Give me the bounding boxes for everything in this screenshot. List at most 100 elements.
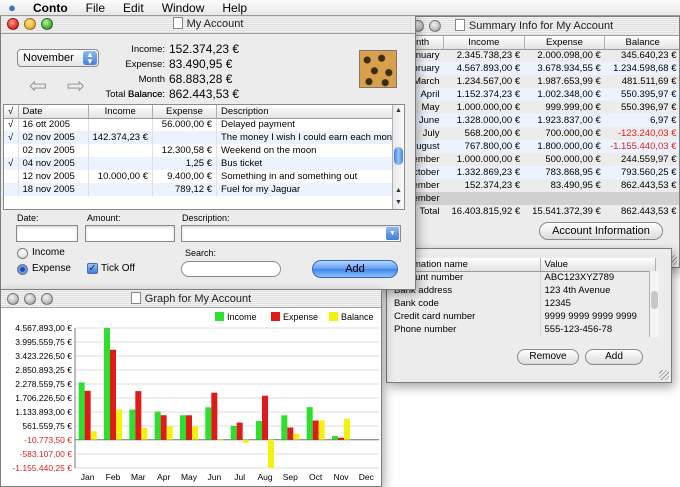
table-row[interactable]: √ 16 ott 2005 56.000,00 € Delayed payment [4,118,404,131]
transactions-scrollbar[interactable]: ▲ ▲ ▼ [392,105,404,209]
total-balance-label: Total Balance: [105,89,165,100]
income-option-label[interactable]: Income [32,247,65,258]
description-combo[interactable]: ▼ [181,225,401,242]
date-cell: 16 ott 2005 [18,118,89,131]
table-row[interactable]: August 767.800,00 €1.800.000,00 € -1.155.4… [389,140,679,153]
column-header[interactable]: Expense [152,105,217,119]
scroll-down-icon[interactable]: ▼ [393,199,404,206]
column-header[interactable]: √ [4,105,19,119]
graph-titlebar[interactable]: Graph for My Account [1,290,381,308]
date-cell: 12 nov 2005 [18,170,89,183]
bar-expense [236,422,243,440]
bar-balance [242,439,249,443]
transactions-table[interactable]: √ Date Income Expense Description √ 16 ot… [4,105,404,196]
table-row[interactable]: Account number ABC123XYZ789 [390,271,656,284]
table-row[interactable]: Credit card number 9999 9999 9999 9999 [390,310,656,323]
close-icon[interactable] [7,18,19,30]
table-row[interactable]: July 568.200,00 €700.000,00 € -123.240,03 … [389,127,679,140]
info-scrollbar[interactable] [649,271,659,337]
table-row[interactable]: Total 16.403.815,92 €15.541.372,39 €862.4… [389,205,679,218]
account-info-table[interactable]: Information name Value Account number ABC… [390,258,656,336]
expense-option-label[interactable]: Expense [32,263,71,274]
summary-table[interactable]: Month Income Expense Balance January2.34… [389,36,679,218]
table-row[interactable]: October 1.332.869,23 €783.868,95 €793.560… [389,166,679,179]
income-radio[interactable] [17,248,28,259]
next-arrow-icon[interactable]: ⇨ [63,75,89,97]
check-cell[interactable] [4,183,19,196]
zoom-icon[interactable] [41,18,53,30]
check-cell[interactable] [4,170,19,183]
month-select[interactable]: November ▲ ▼ [17,49,99,67]
expense-radio[interactable] [17,264,28,275]
account-info-window: Information name Value Account number ABC… [386,248,672,383]
zoom-icon[interactable] [41,293,53,305]
menu-window[interactable]: Window [153,1,214,15]
table-row[interactable]: √ 02 nov 2005 142.374,23 € The money I wish… [4,131,404,144]
account-avatar[interactable] [359,50,397,88]
table-row[interactable]: December [389,192,679,205]
check-cell[interactable]: √ [4,118,19,131]
amount-field[interactable] [85,225,175,242]
tick-off-checkbox[interactable]: ✓ [87,263,98,274]
check-cell[interactable] [4,144,19,157]
table-row[interactable]: Bank address 123 4th Avenue [390,284,656,297]
previous-arrow-icon[interactable]: ⇦ [25,75,51,97]
close-icon[interactable] [7,293,19,305]
column-header[interactable]: Income [443,36,525,50]
table-row[interactable]: March 1.234.567,00 €1.987.653,99 €481.511… [389,75,679,88]
column-header[interactable]: Description [216,105,404,119]
minimize-icon[interactable] [24,293,36,305]
menu-help[interactable]: Help [213,1,256,15]
table-row[interactable]: Phone number 555-123-456-78 [390,323,656,336]
date-field[interactable] [16,225,78,242]
zoom-icon[interactable] [429,20,441,32]
menu-edit[interactable]: Edit [114,1,153,15]
income-cell: 568.200,00 € [464,128,521,139]
menu-app[interactable]: Conto [24,1,77,15]
check-cell[interactable]: √ [4,131,19,144]
account-information-button[interactable]: Account Information [539,222,663,240]
minimize-icon[interactable] [24,18,36,30]
column-header[interactable]: Value [540,258,656,272]
table-row[interactable]: April 1.152.374,23 €1.002.348,00 €550.395… [389,88,679,101]
expense-cell: 2.000.098,00 € [537,50,601,62]
scroll-up-icon[interactable]: ▲ [393,107,404,114]
resize-grip[interactable] [659,370,669,380]
tick-off-label[interactable]: Tick Off [101,263,135,274]
table-row[interactable]: 02 nov 2005 12.300,58 € Weekend on the moo… [4,144,404,157]
check-cell[interactable]: √ [4,157,19,170]
table-row[interactable]: Bank code 12345 [390,297,656,310]
transactions-list: √ Date Income Expense Description √ 16 ot… [3,104,405,210]
summary-titlebar[interactable]: Summary Info for My Account [389,17,679,36]
scroll-thumb[interactable] [394,147,403,165]
y-tick-label: -10.773,50 € [24,435,72,445]
column-header[interactable]: Balance [604,36,679,50]
scroll-up-icon[interactable]: ▲ [393,187,404,194]
table-row[interactable]: February 4.567.893,00 €3.678.934,55 €1.23… [389,62,679,75]
date-cell: 02 nov 2005 [18,131,89,144]
table-row[interactable]: √ 04 nov 2005 1,25 € Bus ticket [4,157,404,170]
table-row[interactable]: September 1.000.000,00 €500.000,00 €244.5… [389,153,679,166]
chevron-down-icon[interactable]: ▼ [386,227,399,240]
add-button[interactable]: Add [312,260,398,278]
remove-button[interactable]: Remove [517,349,579,365]
table-row[interactable]: January 2.345.738,23 €2.000.098,00 €345.6… [389,49,679,62]
menu-file[interactable]: File [77,1,114,15]
column-header[interactable]: Date [18,105,89,119]
table-row[interactable]: May 1.000.000,00 €999.999,00 €550.396,97 … [389,101,679,114]
table-row[interactable]: 18 nov 2005 789,12 € Fuel for my Jaguar [4,183,404,196]
table-row[interactable]: November 152.374,23 €83.490,95 €862.443,5… [389,179,679,192]
column-header[interactable]: Income [88,105,153,119]
bar-balance [344,418,350,440]
scroll-thumb[interactable] [651,291,658,309]
menubar: ● Conto File Edit Window Help [0,0,680,16]
search-input[interactable] [181,261,281,277]
add-info-button[interactable]: Add [585,349,643,365]
income-cell: 2.345.738,23 € [456,50,521,62]
table-row[interactable]: 12 nov 2005 10.000,00 €9.400,00 € Somethin… [4,170,404,183]
apple-icon[interactable]: ● [0,0,24,15]
account-titlebar[interactable]: My Account [1,15,415,34]
x-tick-label: Jun [207,472,221,482]
table-row[interactable]: June 1.328.000,00 €1.923.837,00 €6,97 € [389,114,679,127]
column-header[interactable]: Expense [524,36,606,50]
